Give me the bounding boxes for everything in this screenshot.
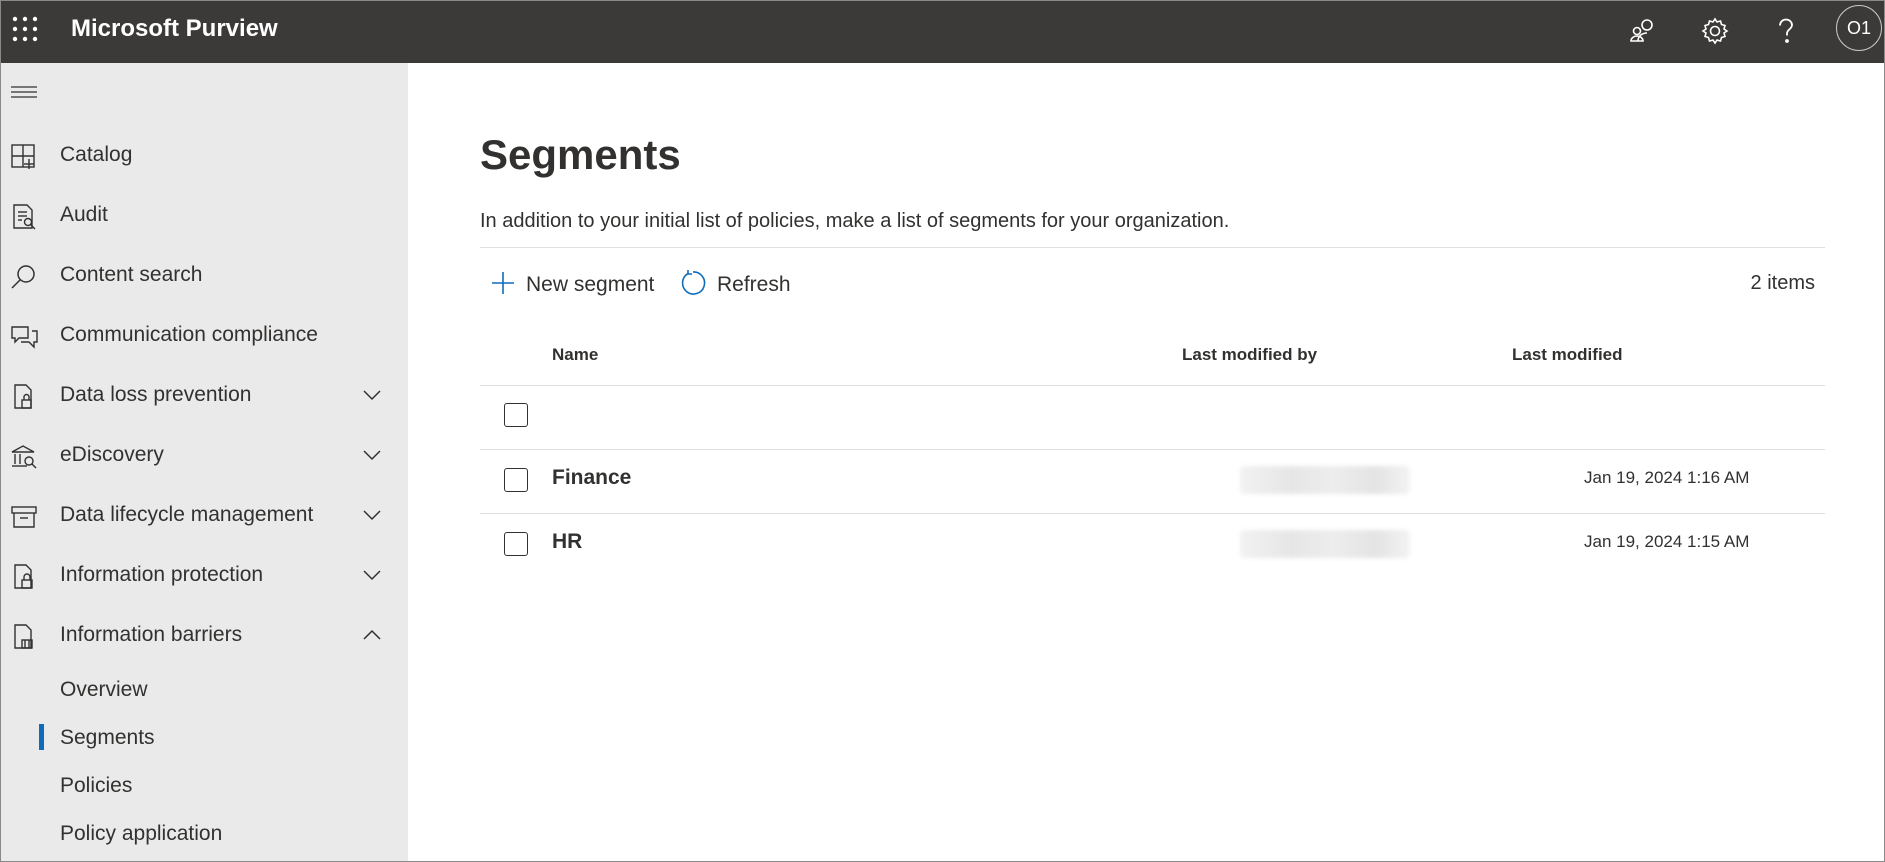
column-header-last-modified-by[interactable]: Last modified by [1182, 343, 1317, 367]
archive-icon [10, 503, 38, 531]
chevron-down-icon[interactable] [360, 505, 384, 525]
chevron-down-icon[interactable] [360, 385, 384, 405]
row-checkbox[interactable] [504, 532, 528, 556]
info-barriers-icon [10, 623, 38, 651]
sidebar-item-communication-compliance[interactable]: Communication compliance [0, 310, 408, 360]
dlp-icon [10, 383, 38, 411]
new-segment-label: New segment [526, 273, 655, 296]
sidebar-item-ediscovery[interactable]: eDiscovery [0, 430, 408, 480]
sidebar-item-data-loss-prevention[interactable]: Data loss prevention [0, 370, 408, 420]
sidebar-item-data-lifecycle-management[interactable]: Data lifecycle management [0, 490, 408, 540]
last-modified-date: Jan 19, 2024 1:15 AM [1584, 532, 1750, 551]
community-icon[interactable] [1627, 14, 1661, 48]
sidebar-subitem-segments[interactable]: Segments [0, 715, 408, 759]
sidebar-item-label: Data loss prevention [60, 383, 252, 406]
sidebar-item-label: Audit [60, 203, 108, 226]
sidebar-subitem-policy-application[interactable]: Policy application [0, 811, 408, 855]
info-protection-icon [10, 563, 38, 591]
sidebar: Catalog Audit Content search Communicati… [0, 63, 408, 862]
sidebar-subitem-overview[interactable]: Overview [0, 667, 408, 711]
help-icon[interactable] [1769, 14, 1803, 48]
chevron-up-icon[interactable] [360, 625, 384, 645]
sidebar-item-label: Information barriers [60, 623, 243, 646]
item-count: 2 items [1750, 272, 1815, 294]
column-header-name[interactable]: Name [552, 343, 598, 367]
chat-icon [10, 323, 38, 351]
audit-icon [10, 203, 38, 231]
plus-icon [490, 270, 516, 301]
table-row[interactable]: Finance Jan 19, 2024 1:16 AM [480, 386, 1825, 494]
sidebar-item-label: Policies [60, 774, 133, 797]
refresh-icon [679, 269, 707, 302]
sidebar-item-label: Content search [60, 263, 203, 286]
selection-indicator [39, 724, 44, 750]
avatar[interactable]: O1 [1836, 5, 1882, 51]
sidebar-item-content-search[interactable]: Content search [0, 250, 408, 300]
sidebar-item-label: Data lifecycle management [60, 503, 314, 526]
divider [480, 247, 1825, 248]
column-header-last-modified[interactable]: Last modified [1512, 343, 1623, 367]
redacted-modified-by [1240, 530, 1410, 558]
gear-icon[interactable] [1698, 14, 1732, 48]
ediscovery-icon [10, 443, 38, 471]
app-launcher-icon[interactable] [11, 15, 39, 43]
table-row[interactable]: HR Jan 19, 2024 1:15 AM [480, 450, 1825, 558]
segment-name[interactable]: HR [552, 529, 582, 555]
sidebar-item-label: Policy application [60, 822, 223, 845]
search-icon [10, 263, 38, 291]
sidebar-subitem-policies[interactable]: Policies [0, 763, 408, 807]
catalog-icon [10, 143, 38, 171]
new-segment-button[interactable]: New segment [490, 265, 654, 305]
chevron-down-icon[interactable] [360, 565, 384, 585]
sidebar-item-label: eDiscovery [60, 443, 164, 466]
page-title: Segments [480, 131, 681, 178]
divider [480, 513, 1825, 514]
app-title[interactable]: Microsoft Purview [71, 14, 278, 44]
main-content: Segments In addition to your initial lis… [408, 63, 1885, 862]
sidebar-item-audit[interactable]: Audit [0, 190, 408, 240]
sidebar-item-label: Catalog [60, 143, 133, 166]
hamburger-icon[interactable] [10, 83, 38, 105]
refresh-button[interactable]: Refresh [679, 265, 791, 305]
sidebar-item-label: Segments [60, 726, 155, 749]
chevron-down-icon[interactable] [360, 445, 384, 465]
sidebar-item-label: Communication compliance [60, 323, 318, 346]
sidebar-item-label: Information protection [60, 563, 264, 586]
sidebar-item-catalog[interactable]: Catalog [0, 130, 408, 180]
top-bar: Microsoft Purview O1 [0, 0, 1885, 63]
sidebar-item-information-barriers[interactable]: Information barriers [0, 610, 408, 660]
refresh-label: Refresh [717, 273, 791, 296]
sidebar-item-label: Overview [60, 678, 148, 701]
page-description: In addition to your initial list of poli… [480, 210, 1230, 232]
sidebar-item-information-protection[interactable]: Information protection [0, 550, 408, 600]
